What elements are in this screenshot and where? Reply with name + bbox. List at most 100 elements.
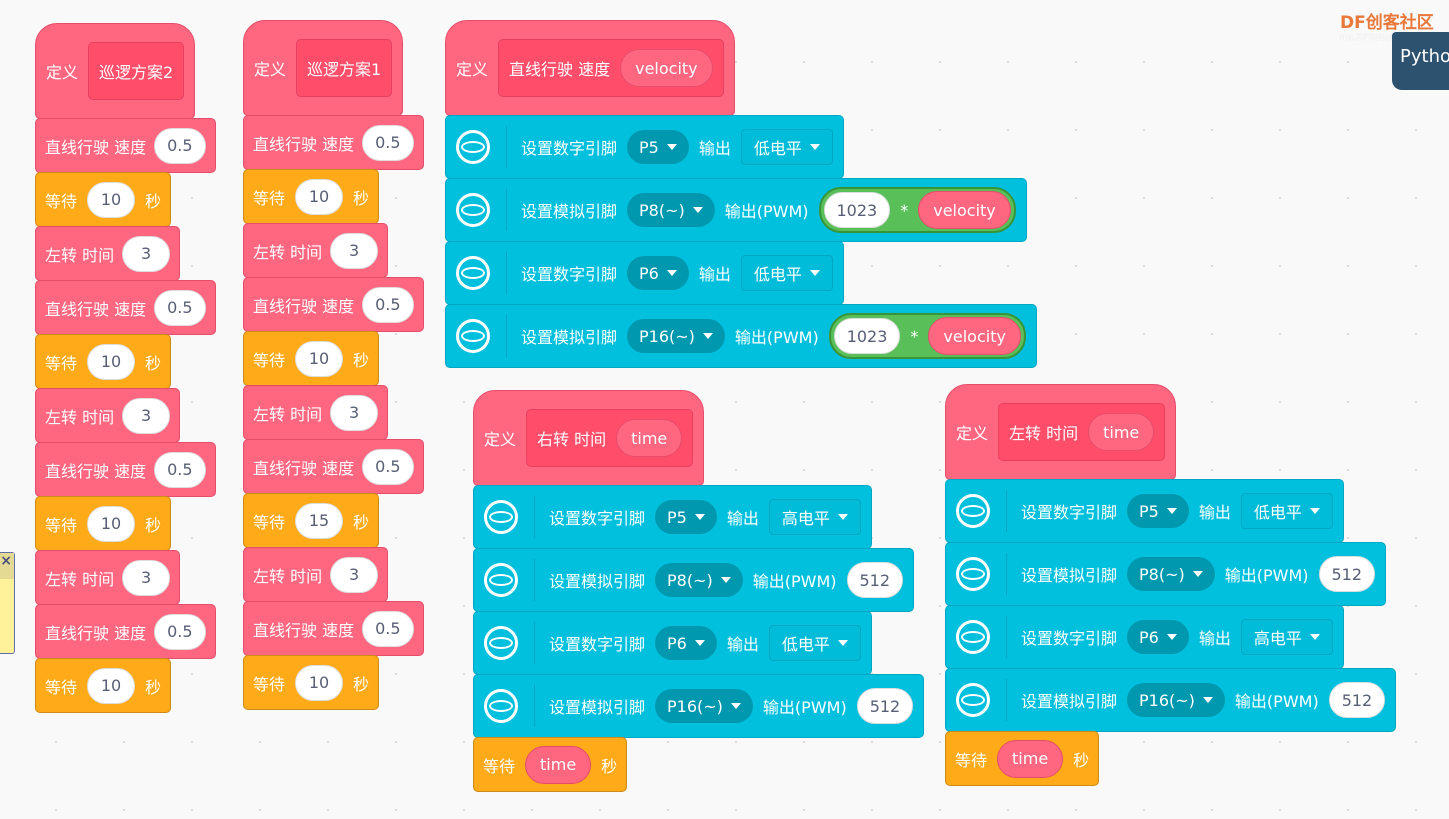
pin-dropdown[interactable]: P16(~) (655, 689, 753, 723)
number-input[interactable]: 0.5 (362, 610, 414, 647)
procedure-prototype[interactable]: 巡逻方案1 (296, 39, 393, 97)
number-input[interactable]: 0.5 (362, 286, 414, 323)
procedure-prototype[interactable]: 右转 时间 time (526, 409, 694, 467)
move-straight-block[interactable]: 直线行驶 速度 0.5 (243, 601, 424, 656)
wait-block[interactable]: 等待 10 秒 (243, 169, 380, 224)
number-input[interactable]: 0.5 (154, 127, 206, 164)
number-input[interactable]: 0.5 (362, 448, 414, 485)
pin-dropdown[interactable]: P5 (627, 130, 689, 164)
number-input[interactable]: 10 (87, 505, 136, 542)
set-analog-pin-block[interactable]: 设置模拟引脚 P8(~) 输出(PWM) 1023 * velocity (445, 178, 1027, 242)
wait-block[interactable]: 等待 10 秒 (35, 172, 172, 227)
number-input[interactable]: 1023 (833, 318, 901, 354)
set-analog-pin-block[interactable]: 设置模拟引脚 P8(~) 输出(PWM) 512 (473, 548, 915, 612)
procedure-prototype[interactable]: 巡逻方案2 (88, 42, 185, 100)
move-straight-block[interactable]: 直线行驶 速度 0.5 (243, 115, 424, 170)
pin-dropdown[interactable]: P16(~) (627, 319, 725, 353)
number-input[interactable]: 3 (330, 556, 379, 593)
define-hat-block[interactable]: 定义 直线行驶 速度 velocity (445, 20, 735, 116)
number-input[interactable]: 0.5 (362, 124, 414, 161)
number-input[interactable]: 3 (122, 397, 171, 434)
move-straight-block[interactable]: 直线行驶 速度 0.5 (243, 277, 424, 332)
wait-block[interactable]: 等待 time 秒 (473, 737, 628, 792)
comment-note[interactable]: × (0, 552, 15, 654)
number-input[interactable]: 3 (122, 559, 171, 596)
pwm-value-input[interactable]: 512 (856, 688, 914, 724)
number-input[interactable]: 3 (330, 394, 379, 431)
pin-dropdown[interactable]: P8(~) (1127, 557, 1215, 591)
variable-reporter[interactable]: time (997, 739, 1064, 778)
move-straight-block[interactable]: 直线行驶 速度 0.5 (35, 604, 216, 659)
multiply-operator[interactable]: 1023 * velocity (818, 187, 1016, 233)
pin-dropdown[interactable]: P5 (655, 500, 717, 534)
pwm-value-input[interactable]: 512 (1318, 556, 1376, 592)
pin-dropdown[interactable]: P6 (627, 256, 689, 290)
number-input[interactable]: 10 (295, 340, 344, 377)
number-input[interactable]: 10 (295, 178, 344, 215)
variable-reporter[interactable]: velocity (918, 191, 1011, 229)
wait-block[interactable]: 等待 time 秒 (945, 731, 1100, 786)
number-input[interactable]: 10 (87, 343, 136, 380)
pwm-value-input[interactable]: 512 (1328, 682, 1386, 718)
number-input[interactable]: 10 (87, 667, 136, 704)
number-input[interactable]: 3 (122, 235, 171, 272)
pin-dropdown[interactable]: P5 (1127, 494, 1189, 528)
pin-dropdown[interactable]: P6 (655, 626, 717, 660)
level-dropdown[interactable]: 高电平 (1240, 619, 1333, 655)
number-input[interactable]: 10 (295, 664, 344, 701)
turn-left-block[interactable]: 左转 时间 3 (35, 388, 181, 443)
move-straight-block[interactable]: 直线行驶 速度 0.5 (35, 280, 216, 335)
move-straight-block[interactable]: 直线行驶 速度 0.5 (243, 439, 424, 494)
variable-reporter[interactable]: time (525, 745, 592, 784)
define-hat-block[interactable]: 定义 右转 时间 time (473, 390, 705, 486)
level-dropdown[interactable]: 低电平 (1240, 493, 1333, 529)
procedure-prototype[interactable]: 直线行驶 速度 velocity (498, 39, 724, 97)
number-input[interactable]: 0.5 (154, 613, 206, 650)
set-analog-pin-block[interactable]: 设置模拟引脚 P8(~) 输出(PWM) 512 (945, 542, 1387, 606)
turn-left-block[interactable]: 左转 时间 3 (243, 547, 389, 602)
number-input[interactable]: 3 (330, 232, 379, 269)
turn-left-block[interactable]: 左转 时间 3 (35, 550, 181, 605)
number-input[interactable]: 0.5 (154, 451, 206, 488)
move-straight-block[interactable]: 直线行驶 速度 0.5 (35, 118, 216, 173)
python-tab[interactable]: Pytho (1392, 32, 1449, 90)
procedure-prototype[interactable]: 左转 时间 time (998, 403, 1166, 461)
level-dropdown[interactable]: 高电平 (768, 499, 861, 535)
variable-reporter[interactable]: time (616, 419, 683, 457)
variable-reporter[interactable]: velocity (928, 317, 1021, 355)
pin-dropdown[interactable]: P6 (1127, 620, 1189, 654)
set-analog-pin-block[interactable]: 设置模拟引脚 P16(~) 输出(PWM) 512 (945, 668, 1397, 732)
close-icon[interactable]: × (0, 553, 14, 579)
wait-block[interactable]: 等待 10 秒 (35, 658, 172, 713)
number-input[interactable]: 1023 (823, 192, 891, 228)
pin-dropdown[interactable]: P16(~) (1127, 683, 1225, 717)
pin-dropdown[interactable]: P8(~) (655, 563, 743, 597)
pin-dropdown[interactable]: P8(~) (627, 193, 715, 227)
turn-left-block[interactable]: 左转 时间 3 (35, 226, 181, 281)
set-analog-pin-block[interactable]: 设置模拟引脚 P16(~) 输出(PWM) 512 (473, 674, 925, 738)
set-digital-pin-block[interactable]: 设置数字引脚 P6 输出 高电平 (945, 605, 1344, 669)
set-digital-pin-block[interactable]: 设置数字引脚 P5 输出 低电平 (945, 479, 1344, 543)
set-digital-pin-block[interactable]: 设置数字引脚 P5 输出 低电平 (445, 115, 844, 179)
define-hat-block[interactable]: 定义 巡逻方案1 (243, 20, 404, 116)
number-input[interactable]: 0.5 (154, 289, 206, 326)
turn-left-block[interactable]: 左转 时间 3 (243, 385, 389, 440)
set-digital-pin-block[interactable]: 设置数字引脚 P6 输出 低电平 (473, 611, 872, 675)
set-digital-pin-block[interactable]: 设置数字引脚 P5 输出 高电平 (473, 485, 872, 549)
number-input[interactable]: 10 (87, 181, 136, 218)
pwm-value-input[interactable]: 512 (846, 562, 904, 598)
multiply-operator[interactable]: 1023 * velocity (828, 313, 1026, 359)
variable-reporter[interactable]: velocity (620, 49, 713, 87)
move-straight-block[interactable]: 直线行驶 速度 0.5 (35, 442, 216, 497)
level-dropdown[interactable]: 低电平 (768, 625, 861, 661)
set-analog-pin-block[interactable]: 设置模拟引脚 P16(~) 输出(PWM) 1023 * velocity (445, 304, 1037, 368)
define-hat-block[interactable]: 定义 左转 时间 time (945, 384, 1177, 480)
level-dropdown[interactable]: 低电平 (740, 255, 833, 291)
wait-block[interactable]: 等待 10 秒 (35, 496, 172, 551)
wait-block[interactable]: 等待 10 秒 (243, 655, 380, 710)
define-hat-block[interactable]: 定义 巡逻方案2 (35, 23, 196, 119)
variable-reporter[interactable]: time (1088, 413, 1155, 451)
wait-block[interactable]: 等待 15 秒 (243, 493, 380, 548)
level-dropdown[interactable]: 低电平 (740, 129, 833, 165)
wait-block[interactable]: 等待 10 秒 (243, 331, 380, 386)
